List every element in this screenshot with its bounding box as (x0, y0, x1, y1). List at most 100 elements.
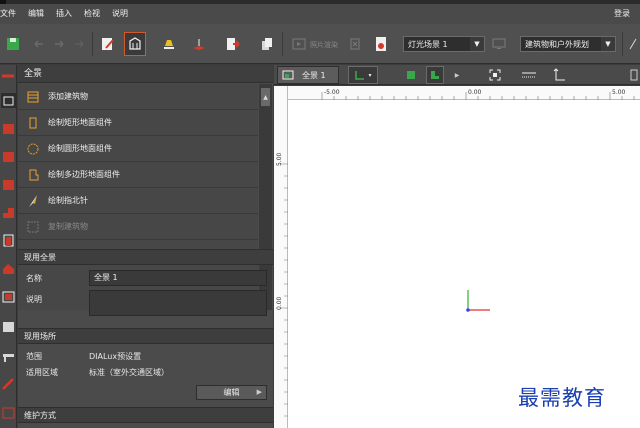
tool-label: 绘制多边形地面组件 (48, 170, 120, 179)
mode-dropdown[interactable]: 建筑物和户外规划 ▼ (520, 36, 616, 52)
plan-canvas[interactable]: -5.00 0.00 5.00 5.00 0.00 (274, 86, 640, 428)
building-icon[interactable] (1, 121, 16, 136)
tool-draw-circle[interactable]: 绘制圆形地面组件 (18, 136, 258, 162)
edit-document-icon[interactable] (97, 32, 119, 56)
description-label: 说明 (26, 295, 42, 304)
left-icon-strip (0, 65, 17, 428)
save-icon[interactable] (2, 32, 24, 56)
room-icon[interactable] (1, 177, 16, 192)
tool-draw-polygon[interactable]: 绘制多边形地面组件 (18, 162, 258, 188)
ruler-left-label: 5.00 (276, 152, 283, 166)
cube-icon[interactable] (1, 319, 16, 334)
undo-icon[interactable] (28, 32, 50, 56)
measure-horizontal-icon[interactable] (520, 66, 538, 84)
chevron-right-icon[interactable]: ▶ (452, 66, 462, 84)
measure-vertical-icon[interactable] (550, 66, 568, 84)
area-label: 适用区域 (26, 368, 58, 377)
tool-label: 绘制指北针 (48, 196, 88, 205)
current-scene-header[interactable]: 现用全景 (18, 249, 273, 265)
forward-icon[interactable] (68, 32, 90, 56)
edit-button[interactable]: 编辑 ▶ (196, 385, 267, 400)
mode-value: 建筑物和户外规划 (525, 39, 589, 49)
name-label: 名称 (26, 274, 42, 283)
render-icon[interactable] (288, 32, 310, 56)
range-value: DIALux预设置 (89, 352, 142, 361)
area-value: 标准（室外交通区域） (89, 368, 169, 377)
chevron-down-icon: ▼ (470, 37, 484, 51)
3d-view-icon[interactable] (402, 66, 420, 84)
panel-title: 全景 (18, 65, 273, 83)
view-tab-label: 全景 1 (302, 70, 326, 80)
chevron-down-icon: ▾ (368, 71, 372, 79)
scene-name-input[interactable]: 全景 1 (89, 270, 267, 286)
toolbar-separator (92, 32, 93, 56)
tool-copy-building[interactable]: 复制建筑物 (18, 214, 258, 240)
calculation-surface-icon[interactable] (188, 32, 210, 56)
menu-insert[interactable]: 插入 (50, 4, 78, 24)
menu-file[interactable]: 文件 (0, 4, 22, 24)
roof-icon[interactable] (1, 261, 16, 276)
menu-view[interactable]: 检视 (78, 4, 106, 24)
scene-icon[interactable] (1, 93, 16, 108)
scene-panel: 全景 添加建筑物 绘制矩形地面组件 绘制圆形地面组件 绘制多边形地面组件 绘制指… (18, 65, 273, 428)
menu-bar: 文件 编辑 插入 检视 说明 登录 (0, 4, 640, 24)
construction-mode-icon[interactable] (124, 32, 146, 56)
panel-toggle-icon[interactable] (628, 66, 640, 84)
compass-needle-icon (26, 194, 40, 208)
chevron-right-icon: ▶ (256, 388, 262, 396)
report-icon[interactable] (1, 405, 16, 420)
redo-icon[interactable] (48, 32, 70, 56)
maintenance-header[interactable]: 维护方式 (18, 407, 273, 423)
tool-add-building[interactable]: 添加建筑物 (18, 84, 258, 110)
arrow-icon[interactable] (1, 69, 16, 84)
document-settings-icon[interactable] (370, 32, 392, 56)
toolbar-separator (622, 32, 623, 56)
ruler-top: -5.00 0.00 5.00 (274, 86, 640, 100)
plan-view-icon[interactable] (426, 66, 444, 84)
circle-ground-icon (26, 142, 40, 156)
view-toolbar: 全景 1 ▾ ▶ (274, 65, 640, 85)
more-tools-icon[interactable] (626, 32, 640, 56)
ruler-top-label: -5.00 (324, 89, 340, 96)
light-scene-value: 灯光场景 1 (408, 39, 448, 49)
copy-building-icon (26, 220, 40, 234)
zoom-fit-icon[interactable] (486, 66, 504, 84)
copy-icon[interactable] (256, 32, 278, 56)
ruler-top-label: 5.00 (612, 89, 626, 96)
light-scene-dropdown[interactable]: 灯光场景 1 ▼ (403, 36, 485, 52)
view-mode-dropdown[interactable]: ▾ (348, 66, 378, 84)
coordinate-axes-icon (466, 290, 490, 312)
edit-button-label: 编辑 (223, 388, 240, 397)
chevron-down-icon: ▼ (601, 37, 615, 51)
table-icon[interactable] (1, 349, 16, 364)
box-icon[interactable] (1, 289, 16, 304)
delete-icon[interactable] (344, 32, 366, 56)
floor-icon[interactable] (1, 149, 16, 164)
scroll-up-icon[interactable]: ▲ (261, 88, 270, 106)
tool-draw-rectangle[interactable]: 绘制矩形地面组件 (18, 110, 258, 136)
ruler-top-label: 0.00 (468, 89, 482, 96)
tool-draw-compass[interactable]: 绘制指北针 (18, 188, 258, 214)
scene-tab-icon (282, 70, 294, 80)
arrow-up-icon[interactable] (1, 377, 16, 392)
menu-help[interactable]: 说明 (106, 4, 134, 24)
export-icon[interactable] (222, 32, 244, 56)
tool-label: 绘制矩形地面组件 (48, 118, 112, 127)
door-icon[interactable] (1, 233, 16, 248)
floor-plan-icon (355, 71, 365, 80)
stairs-icon[interactable] (1, 205, 16, 220)
menu-edit[interactable]: 编辑 (22, 4, 50, 24)
current-site-header[interactable]: 现用场所 (18, 328, 273, 344)
polygon-ground-icon (26, 168, 40, 182)
monitor-icon[interactable] (488, 32, 510, 56)
ruler-left-ticks (280, 163, 288, 417)
building-outline-icon (26, 90, 40, 104)
rectangle-ground-icon (26, 116, 40, 130)
tool-label: 添加建筑物 (48, 92, 88, 101)
ruler-left-label: 0.00 (276, 296, 283, 310)
view-tab-scene[interactable]: 全景 1 (277, 66, 339, 84)
light-icon[interactable] (158, 32, 180, 56)
login-button[interactable]: 登录 (614, 4, 630, 24)
tool-label: 复制建筑物 (48, 222, 88, 231)
scene-description-input[interactable] (89, 290, 267, 316)
